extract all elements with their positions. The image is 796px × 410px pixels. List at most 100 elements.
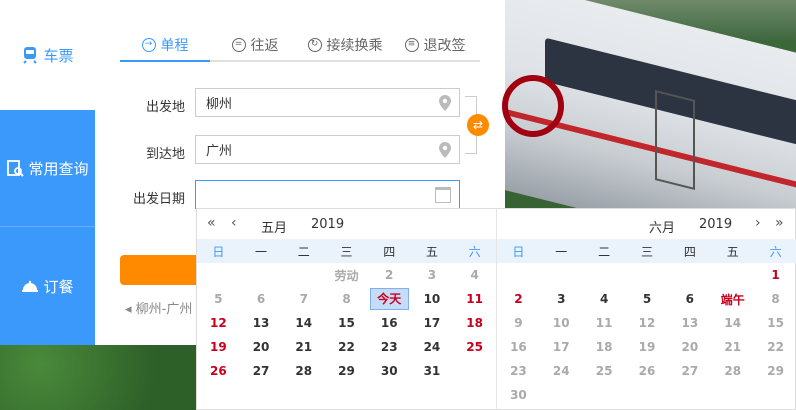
next-year-button[interactable]: »: [775, 215, 784, 231]
calendar-day[interactable]: 劳动: [325, 267, 368, 284]
calendar-day[interactable]: 6: [240, 292, 283, 306]
calendar-icon: [435, 187, 451, 203]
calendar-day[interactable]: 26: [197, 364, 240, 378]
date-picker-calendar: « ‹ 五月 2019 日一二三四五六 劳动 2 3 4 5 6 7 8 今天 10 11 12 13 1…: [196, 208, 796, 410]
weekday-label: 三: [640, 244, 653, 259]
to-station-input[interactable]: 广州: [195, 135, 460, 164]
day-grid: 劳动 2 3 4 5 6 7 8 今天 10 11 12 13 14 15 16 17 18 19 20 21 22 23 2…: [197, 263, 496, 383]
search-button[interactable]: [120, 255, 200, 285]
calendar-day[interactable]: 31: [411, 364, 454, 378]
refund-change-icon: ≡: [404, 38, 419, 52]
calendar-day[interactable]: 3: [540, 292, 583, 306]
location-pin-icon: [439, 95, 451, 111]
calendar-day[interactable]: 14: [711, 316, 754, 330]
calendar-day[interactable]: 13: [668, 316, 711, 330]
sidebar-item-label: 常用查询: [28, 159, 89, 178]
swap-stations-button[interactable]: ⇄: [467, 114, 489, 136]
calendar-day[interactable]: 13: [240, 316, 283, 330]
calendar-day[interactable]: 今天: [369, 288, 409, 310]
weekday-label: 日: [212, 244, 225, 259]
prev-month-button[interactable]: ‹: [231, 215, 237, 231]
calendar-day[interactable]: 21: [711, 340, 754, 354]
calendar-day[interactable]: 14: [282, 316, 325, 330]
round-trip-icon: =: [231, 38, 246, 52]
sidebar: 车票 常用查询 订餐: [0, 0, 95, 345]
calendar-day[interactable]: 15: [754, 316, 796, 330]
calendar-day[interactable]: 12: [626, 316, 669, 330]
calendar-day[interactable]: 28: [711, 364, 754, 378]
calendar-day[interactable]: 16: [497, 340, 540, 354]
calendar-day[interactable]: 8: [325, 292, 368, 306]
calendar-day[interactable]: 6: [668, 292, 711, 306]
calendar-day[interactable]: 18: [453, 316, 496, 330]
calendar-day[interactable]: 17: [411, 316, 454, 330]
to-label: 到达地: [145, 147, 185, 162]
calendar-day[interactable]: 27: [240, 364, 283, 378]
calendar-day[interactable]: 4: [453, 268, 496, 282]
weekday-label: 六: [468, 244, 481, 259]
calendar-day[interactable]: 11: [583, 316, 626, 330]
calendar-day[interactable]: 24: [411, 340, 454, 354]
year-label: 2019: [311, 217, 345, 232]
calendar-day[interactable]: 30: [497, 388, 540, 402]
tab-refund-change[interactable]: ≡ 退改签: [390, 30, 480, 60]
calendar-day[interactable]: 端午: [711, 291, 754, 308]
calendar-day[interactable]: 24: [540, 364, 583, 378]
transfer-icon: ↻: [307, 38, 322, 52]
calendar-day[interactable]: 20: [240, 340, 283, 354]
calendar-month-may: « ‹ 五月 2019 日一二三四五六 劳动 2 3 4 5 6 7 8 今天 10 11 12 13 1…: [197, 209, 497, 410]
calendar-day[interactable]: 7: [282, 292, 325, 306]
from-station-input[interactable]: 柳州: [195, 88, 460, 117]
calendar-day[interactable]: 4: [583, 292, 626, 306]
calendar-day[interactable]: 26: [626, 364, 669, 378]
calendar-day[interactable]: 10: [411, 292, 454, 306]
search-history-item[interactable]: ◂ 柳州-广州: [125, 298, 192, 317]
calendar-day[interactable]: 5: [626, 292, 669, 306]
next-month-button[interactable]: ›: [755, 215, 761, 231]
calendar-day[interactable]: 22: [754, 340, 796, 354]
calendar-day[interactable]: 21: [282, 340, 325, 354]
calendar-day[interactable]: 2: [497, 292, 540, 306]
calendar-day[interactable]: 5: [197, 292, 240, 306]
calendar-day[interactable]: 23: [497, 364, 540, 378]
calendar-day[interactable]: 25: [583, 364, 626, 378]
calendar-header: 六月 2019 › »: [497, 209, 796, 239]
calendar-day[interactable]: 8: [754, 292, 796, 306]
calendar-day[interactable]: 16: [368, 316, 411, 330]
calendar-day[interactable]: 3: [411, 268, 454, 282]
month-label: 六月: [649, 221, 676, 236]
calendar-day[interactable]: 22: [325, 340, 368, 354]
calendar-day[interactable]: 27: [668, 364, 711, 378]
calendar-day[interactable]: 1: [754, 268, 796, 282]
calendar-day[interactable]: 20: [668, 340, 711, 354]
weekday-label: 五: [425, 244, 438, 259]
tab-transfer[interactable]: ↻ 接续换乘: [300, 30, 390, 60]
tab-one-way[interactable]: → 单程: [120, 30, 210, 62]
calendar-day[interactable]: 28: [282, 364, 325, 378]
weekday-label: 三: [340, 244, 353, 259]
calendar-day[interactable]: 12: [197, 316, 240, 330]
train-icon: [23, 47, 38, 64]
calendar-day[interactable]: 29: [754, 364, 796, 378]
to-station-value: 广州: [206, 144, 233, 159]
prev-year-button[interactable]: «: [207, 215, 216, 231]
calendar-day[interactable]: 10: [540, 316, 583, 330]
sidebar-item-common-queries[interactable]: 常用查询: [0, 110, 95, 227]
sidebar-item-label: 订餐: [43, 277, 74, 296]
calendar-day[interactable]: 9: [497, 316, 540, 330]
calendar-day[interactable]: 2: [368, 268, 411, 282]
tab-round-trip[interactable]: = 往返: [210, 30, 300, 60]
calendar-day[interactable]: 25: [453, 340, 496, 354]
calendar-day[interactable]: 15: [325, 316, 368, 330]
departure-date-input[interactable]: [195, 180, 460, 209]
calendar-day[interactable]: 17: [540, 340, 583, 354]
calendar-day[interactable]: 30: [368, 364, 411, 378]
calendar-day[interactable]: 19: [197, 340, 240, 354]
calendar-day[interactable]: 29: [325, 364, 368, 378]
sidebar-item-tickets[interactable]: 车票: [0, 0, 95, 110]
sidebar-item-meal-order[interactable]: 订餐: [0, 227, 95, 345]
calendar-day[interactable]: 11: [453, 292, 496, 306]
calendar-day[interactable]: 23: [368, 340, 411, 354]
calendar-day[interactable]: 19: [626, 340, 669, 354]
calendar-day[interactable]: 18: [583, 340, 626, 354]
